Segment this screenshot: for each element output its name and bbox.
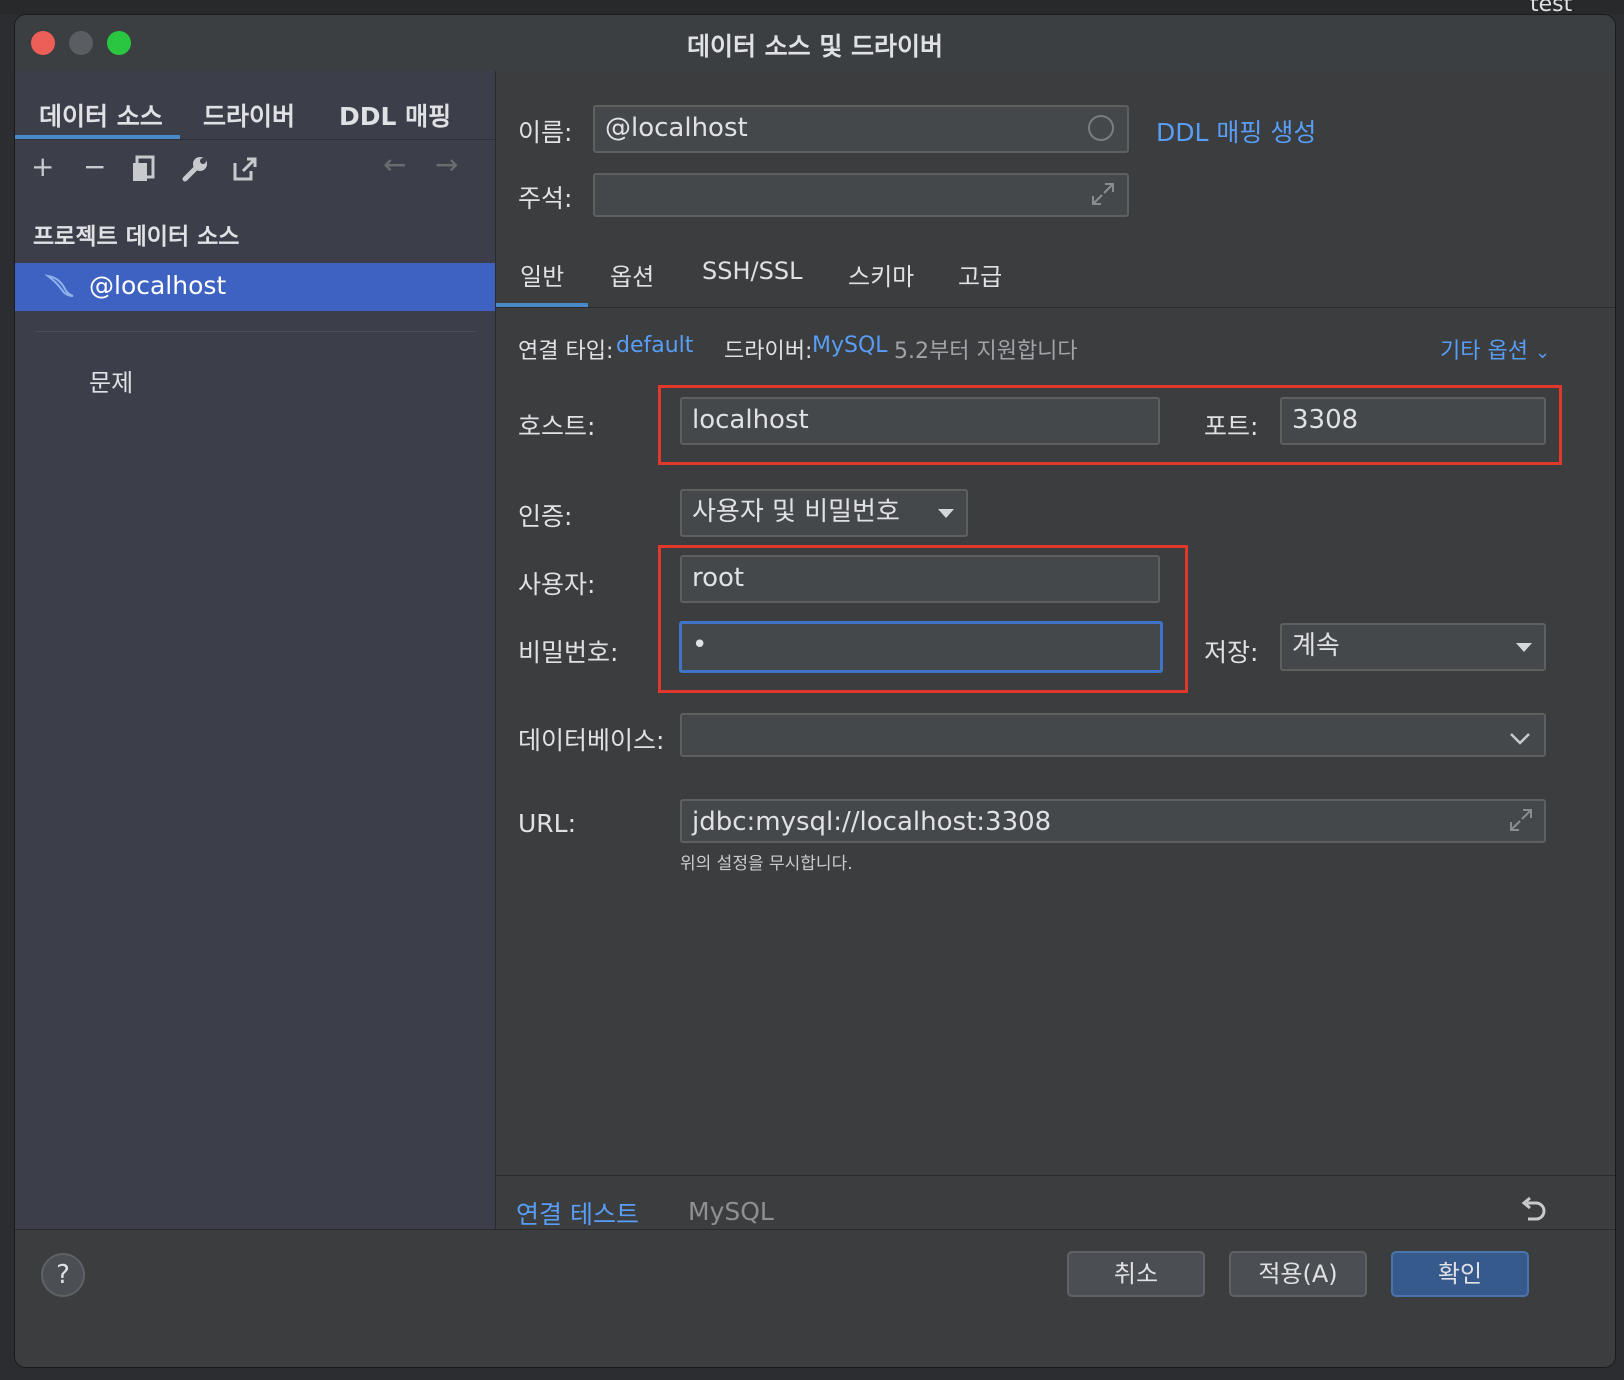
dropdown-caret-icon xyxy=(1516,643,1532,652)
comment-input[interactable] xyxy=(593,173,1129,217)
driver-label: 드라이버: xyxy=(724,339,813,364)
help-button[interactable]: ? xyxy=(41,1253,85,1297)
save-select[interactable]: 계속 xyxy=(1280,623,1546,671)
driver-name-label: MySQL xyxy=(688,1197,774,1226)
section-title: 프로젝트 데이터 소스 xyxy=(33,224,240,250)
save-label: 저장: xyxy=(1204,638,1259,667)
datasource-item-localhost[interactable]: @localhost xyxy=(15,263,495,311)
tab-data-sources[interactable]: 데이터 소스 xyxy=(39,97,163,133)
data-sources-dialog: 데이터 소스 및 드라이버 데이터 소스 드라이버 DDL 매핑 + − ← →… xyxy=(14,14,1616,1368)
apply-button[interactable]: 적용(A) xyxy=(1229,1251,1367,1297)
auth-label: 인증: xyxy=(518,502,573,531)
auth-select[interactable]: 사용자 및 비밀번호 xyxy=(680,489,968,537)
user-label: 사용자: xyxy=(518,570,596,599)
name-color-picker-icon[interactable] xyxy=(1088,115,1114,141)
driver-link[interactable]: MySQL xyxy=(812,333,888,358)
panel-bottom-divider xyxy=(496,1175,1615,1176)
expand-comment-icon[interactable] xyxy=(1090,181,1116,211)
connection-type-value[interactable]: default xyxy=(616,333,693,358)
mysql-dolphin-icon xyxy=(44,271,75,305)
url-override-note: 위의 설정을 무시합니다. xyxy=(680,854,853,874)
help-label: ? xyxy=(56,1260,70,1290)
title-bar: 데이터 소스 및 드라이버 xyxy=(15,15,1615,71)
driver-support-note: 5.2부터 지원합니다 xyxy=(894,339,1078,364)
test-connection-link[interactable]: 연결 테스트 xyxy=(516,1195,639,1231)
tab-ssh-ssl[interactable]: SSH/SSL xyxy=(702,257,802,285)
database-combobox[interactable] xyxy=(680,713,1546,757)
url-input[interactable]: jdbc:mysql://localhost:3308 xyxy=(680,799,1546,843)
tab-advanced[interactable]: 고급 xyxy=(958,257,1002,292)
url-label: URL: xyxy=(518,809,577,838)
expand-url-icon[interactable] xyxy=(1508,807,1534,837)
sidebar: 데이터 소스 드라이버 DDL 매핑 + − ← → 프로젝트 데이터 소스 @… xyxy=(15,71,496,1281)
wrench-icon[interactable] xyxy=(181,155,209,188)
forward-arrow-icon[interactable]: → xyxy=(435,151,458,179)
more-options-link[interactable]: 기타 옵션 ⌄ xyxy=(1440,333,1550,365)
main-panel: 이름: @localhost DDL 매핑 생성 주석: 일반 옵션 SSH/S… xyxy=(496,71,1615,1281)
dialog-footer xyxy=(15,1229,1615,1367)
tab-ddl-mappings[interactable]: DDL 매핑 xyxy=(339,97,451,133)
save-select-value: 계속 xyxy=(1292,631,1340,661)
name-label: 이름: xyxy=(518,118,573,147)
tab-drivers[interactable]: 드라이버 xyxy=(203,97,295,133)
problems-item[interactable]: 문제 xyxy=(89,363,133,398)
export-icon[interactable] xyxy=(231,155,259,188)
database-label: 데이터베이스: xyxy=(518,726,665,755)
tab-general[interactable]: 일반 xyxy=(520,257,564,292)
tab-schemas[interactable]: 스키마 xyxy=(848,257,914,292)
add-icon[interactable]: + xyxy=(31,153,54,181)
dropdown-caret-icon xyxy=(938,509,954,518)
cancel-button[interactable]: 취소 xyxy=(1067,1251,1205,1297)
remove-icon[interactable]: − xyxy=(83,153,106,181)
host-label: 호스트: xyxy=(518,412,596,441)
revert-icon[interactable] xyxy=(1518,1195,1548,1229)
sidebar-divider xyxy=(35,331,475,332)
user-password-highlight xyxy=(658,545,1188,693)
background-app-strip xyxy=(0,0,1624,14)
host-port-highlight xyxy=(658,385,1562,465)
name-input[interactable]: @localhost xyxy=(593,105,1129,153)
duplicate-icon[interactable] xyxy=(131,155,157,188)
datasource-label: @localhost xyxy=(89,271,227,300)
chevron-down-icon xyxy=(1508,721,1532,763)
tab-options[interactable]: 옵션 xyxy=(610,257,654,292)
password-label: 비밀번호: xyxy=(518,638,619,667)
back-arrow-icon[interactable]: ← xyxy=(383,151,406,179)
chevron-down-icon: ⌄ xyxy=(1534,342,1551,363)
auth-select-value: 사용자 및 비밀번호 xyxy=(692,497,900,527)
ok-button[interactable]: 확인 xyxy=(1391,1251,1529,1297)
more-options-label: 기타 옵션 xyxy=(1440,339,1528,364)
tabs-divider xyxy=(15,139,495,140)
main-tabs-divider xyxy=(496,307,1615,308)
comment-label: 주석: xyxy=(518,184,573,213)
ddl-mapping-link[interactable]: DDL 매핑 생성 xyxy=(1156,113,1316,149)
connection-type-label: 연결 타입: xyxy=(518,339,614,364)
window-title: 데이터 소스 및 드라이버 xyxy=(686,32,944,61)
